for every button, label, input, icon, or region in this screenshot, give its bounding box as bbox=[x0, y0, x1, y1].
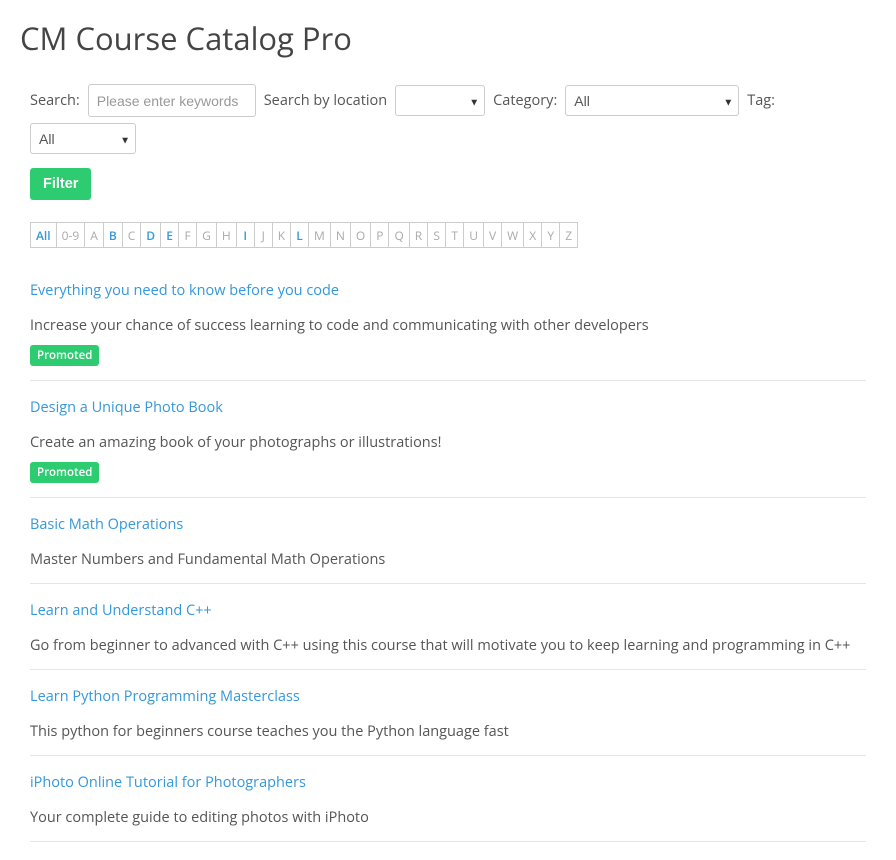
alpha-letter-f[interactable]: F bbox=[178, 222, 197, 248]
filter-bar: Search: Search by location ▼ Category: A… bbox=[30, 84, 866, 154]
course-item: Basic Math Operations Master Numbers and … bbox=[30, 498, 866, 584]
alpha-letter-t[interactable]: T bbox=[445, 222, 464, 248]
course-title-link[interactable]: iPhoto Online Tutorial for Photographers bbox=[30, 773, 306, 792]
location-select[interactable] bbox=[395, 85, 485, 116]
category-label: Category: bbox=[493, 91, 557, 110]
category-select[interactable]: All bbox=[565, 85, 739, 116]
course-description: Increase your chance of success learning… bbox=[30, 316, 866, 335]
promoted-badge: Promoted bbox=[30, 462, 99, 483]
page-title: CM Course Catalog Pro bbox=[20, 18, 876, 60]
course-title-link[interactable]: Basic Math Operations bbox=[30, 515, 183, 534]
course-title-link[interactable]: Design a Unique Photo Book bbox=[30, 398, 223, 417]
alpha-letter-q[interactable]: Q bbox=[388, 222, 409, 248]
alpha-letter-j[interactable]: J bbox=[254, 222, 273, 248]
alpha-letter-i[interactable]: I bbox=[236, 222, 255, 248]
alpha-letter-x[interactable]: X bbox=[523, 222, 542, 248]
alphabet-filter: All0-9ABCDEFGHIJKLMNOPQRSTUVWXYZ bbox=[30, 222, 866, 248]
alpha-letter-u[interactable]: U bbox=[463, 222, 484, 248]
course-item: Learn Python Programming Masterclass This… bbox=[30, 670, 866, 756]
course-item: Learn and Understand C++ Go from beginner… bbox=[30, 584, 866, 670]
tag-label: Tag: bbox=[747, 91, 775, 110]
alpha-letter-v[interactable]: V bbox=[483, 222, 502, 248]
alpha-letter-0-9[interactable]: 0-9 bbox=[56, 222, 86, 248]
alpha-letter-r[interactable]: R bbox=[409, 222, 428, 248]
course-item: Everything you need to know before you c… bbox=[30, 264, 866, 381]
alpha-letter-g[interactable]: G bbox=[196, 222, 217, 248]
alpha-letter-w[interactable]: W bbox=[501, 222, 524, 248]
search-label: Search: bbox=[30, 91, 80, 110]
alpha-letter-l[interactable]: L bbox=[290, 222, 309, 248]
alpha-letter-s[interactable]: S bbox=[427, 222, 446, 248]
course-title-link[interactable]: Learn and Understand C++ bbox=[30, 601, 212, 620]
alpha-letter-b[interactable]: B bbox=[103, 222, 123, 248]
alpha-letter-e[interactable]: E bbox=[160, 222, 179, 248]
alpha-letter-c[interactable]: C bbox=[122, 222, 142, 248]
course-description: Master Numbers and Fundamental Math Oper… bbox=[30, 550, 866, 569]
alpha-letter-o[interactable]: O bbox=[350, 222, 371, 248]
alpha-letter-z[interactable]: Z bbox=[559, 222, 578, 248]
location-label: Search by location bbox=[264, 91, 387, 110]
course-title-link[interactable]: Everything you need to know before you c… bbox=[30, 281, 339, 300]
filter-button[interactable]: Filter bbox=[30, 168, 91, 200]
alpha-letter-d[interactable]: D bbox=[140, 222, 161, 248]
alpha-letter-p[interactable]: P bbox=[370, 222, 389, 248]
search-input[interactable] bbox=[88, 84, 256, 117]
alpha-letter-k[interactable]: K bbox=[272, 222, 291, 248]
alpha-letter-all[interactable]: All bbox=[30, 222, 57, 248]
course-description: Your complete guide to editing photos wi… bbox=[30, 808, 866, 827]
promoted-badge: Promoted bbox=[30, 345, 99, 366]
course-item: iPhoto Online Tutorial for Photographers… bbox=[30, 756, 866, 842]
course-title-link[interactable]: Learn Python Programming Masterclass bbox=[30, 687, 300, 706]
course-list: Everything you need to know before you c… bbox=[30, 264, 866, 842]
alpha-letter-h[interactable]: H bbox=[216, 222, 237, 248]
alpha-letter-y[interactable]: Y bbox=[541, 222, 560, 248]
course-description: Create an amazing book of your photograp… bbox=[30, 433, 866, 452]
alpha-letter-a[interactable]: A bbox=[84, 222, 104, 248]
course-description: This python for beginners course teaches… bbox=[30, 722, 866, 741]
course-description: Go from beginner to advanced with C++ us… bbox=[30, 636, 866, 655]
alpha-letter-n[interactable]: N bbox=[330, 222, 351, 248]
course-item: Design a Unique Photo Book Create an amaz… bbox=[30, 381, 866, 498]
alpha-letter-m[interactable]: M bbox=[308, 222, 331, 248]
tag-select[interactable]: All bbox=[30, 123, 136, 154]
